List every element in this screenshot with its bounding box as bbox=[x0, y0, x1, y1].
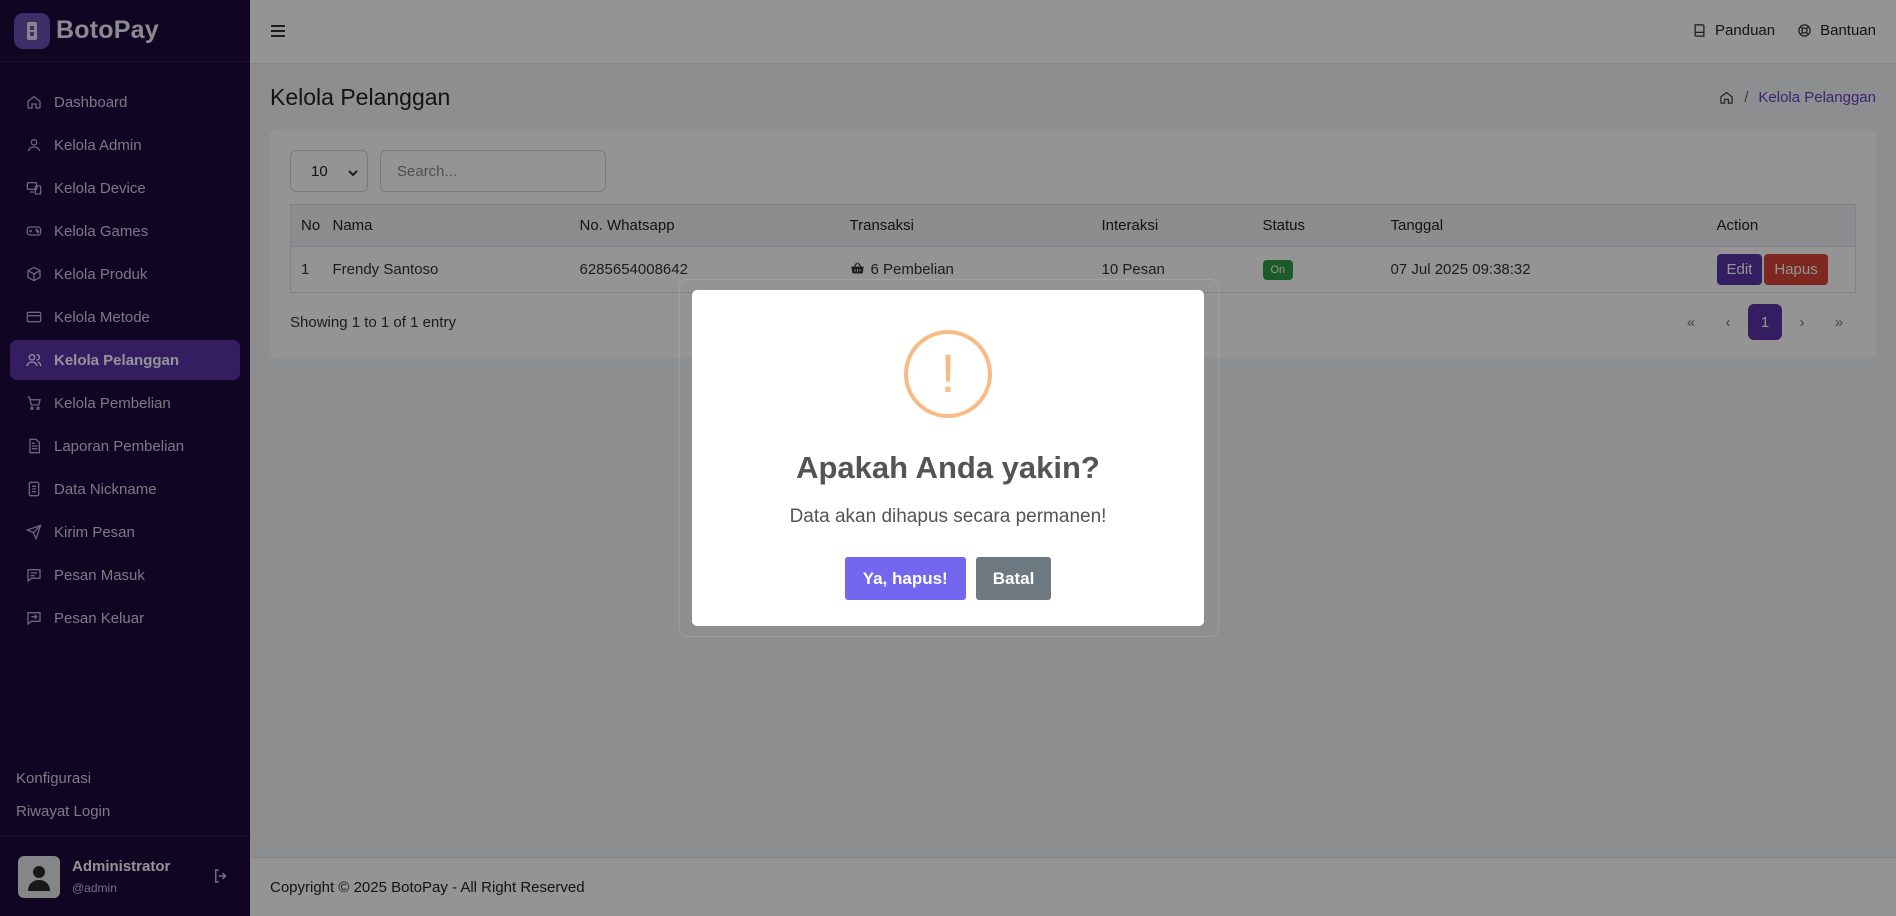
confirm-delete-button[interactable]: Ya, hapus! bbox=[844, 557, 966, 600]
dialog-title: Apakah Anda yakin? bbox=[796, 450, 1100, 485]
dialog-actions: Ya, hapus! Batal bbox=[692, 557, 1204, 600]
cancel-button[interactable]: Batal bbox=[975, 557, 1052, 600]
dialog-text: Data akan dihapus secara permanen! bbox=[789, 506, 1107, 527]
confirm-delete-dialog: ! Apakah Anda yakin? Data akan dihapus s… bbox=[692, 290, 1204, 626]
warning-icon: ! bbox=[904, 330, 992, 418]
